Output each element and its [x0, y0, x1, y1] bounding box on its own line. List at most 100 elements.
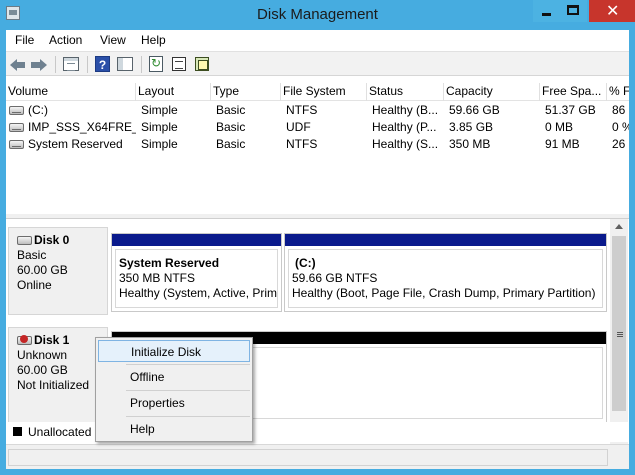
- maximize-button[interactable]: [560, 0, 587, 22]
- disk-name: Disk 0: [34, 233, 70, 247]
- volume-percent: 26: [612, 137, 626, 151]
- volume-fs: NTFS: [286, 103, 318, 117]
- partition-system-reserved[interactable]: System Reserved 350 MB NTFS Healthy (Sys…: [111, 233, 282, 312]
- disk-icon: [17, 236, 32, 245]
- volume-capacity: 59.66 GB: [449, 103, 500, 117]
- volume-list[interactable]: Volume Layout Type File System Status Ca…: [6, 77, 629, 215]
- scrollbar-thumb[interactable]: [612, 236, 626, 411]
- console-tree-icon[interactable]: [117, 56, 135, 73]
- disk-state: Not Initialized: [17, 378, 90, 392]
- volume-free: 91 MB: [545, 137, 580, 151]
- toolbar-separator: [87, 56, 88, 73]
- partition-size: 59.66 GB NTFS: [292, 271, 378, 285]
- disk-kind: Unknown: [17, 348, 68, 362]
- column-layout[interactable]: Layout: [136, 83, 211, 101]
- column-capacity[interactable]: Capacity: [444, 83, 540, 101]
- menu-action[interactable]: Action: [49, 33, 82, 47]
- disk-view-vscrollbar[interactable]: [610, 219, 628, 445]
- minimize-button[interactable]: [533, 0, 560, 22]
- volume-percent: 86: [612, 103, 626, 117]
- volume-status: Healthy (S...: [372, 137, 439, 151]
- scroll-up-icon[interactable]: [615, 224, 623, 229]
- volume-name: IMP_SSS_X64FRE_E...: [28, 120, 136, 134]
- menu-bar: File Action View Help: [6, 30, 629, 50]
- close-icon: ✕: [606, 1, 620, 20]
- menu-separator: [126, 390, 250, 391]
- partition-status: Healthy (System, Active, Prim: [119, 286, 278, 300]
- properties-icon[interactable]: [171, 56, 189, 73]
- menu-view[interactable]: View: [100, 33, 126, 47]
- disk-settings-icon[interactable]: [194, 56, 212, 73]
- status-bar: [6, 444, 629, 469]
- volume-list-header: Volume Layout Type File System Status Ca…: [6, 83, 629, 101]
- minimize-icon: [542, 13, 551, 16]
- volume-layout: Simple: [141, 137, 178, 151]
- disk-0-label[interactable]: Disk 0 Basic 60.00 GB Online: [8, 227, 108, 315]
- disk-state: Online: [17, 278, 52, 292]
- menu-item-offline[interactable]: Offline: [98, 366, 250, 388]
- context-menu: Initialize Disk Offline Properties Help: [95, 337, 253, 442]
- menu-item-initialize-disk[interactable]: Initialize Disk: [98, 340, 250, 362]
- volume-status: Healthy (P...: [372, 120, 437, 134]
- status-pane: [8, 449, 608, 466]
- help-icon[interactable]: ?: [94, 56, 112, 73]
- disk-size: 60.00 GB: [17, 263, 68, 277]
- volume-icon: [9, 123, 24, 132]
- column-type[interactable]: Type: [211, 83, 281, 101]
- volume-type: Basic: [216, 120, 246, 134]
- volume-fs: NTFS: [286, 137, 318, 151]
- menu-file[interactable]: File: [15, 33, 34, 47]
- forward-arrow-icon[interactable]: [30, 56, 48, 73]
- table-row[interactable]: System Reserved Simple Basic NTFS Health…: [6, 136, 629, 153]
- menu-separator: [126, 364, 250, 365]
- close-button[interactable]: ✕: [589, 0, 635, 22]
- toolbar-separator: [55, 56, 56, 73]
- disk-size: 60.00 GB: [17, 363, 68, 377]
- volume-free: 51.37 GB: [545, 103, 596, 117]
- column-percent-free[interactable]: % F: [607, 83, 629, 101]
- refresh-icon[interactable]: [148, 56, 166, 73]
- volume-capacity: 3.85 GB: [449, 120, 494, 134]
- volume-fs: UDF: [286, 120, 311, 134]
- partition-size: 350 MB NTFS: [119, 271, 196, 285]
- volume-type: Basic: [216, 137, 246, 151]
- volume-name: (C:): [28, 103, 48, 117]
- volume-free: 0 MB: [545, 120, 574, 134]
- disk-name: Disk 1: [34, 333, 70, 347]
- legend-unallocated: Unallocated: [28, 425, 92, 439]
- partition-status: Healthy (Boot, Page File, Crash Dump, Pr…: [292, 286, 596, 300]
- partition-body: (C:) 59.66 GB NTFS Healthy (Boot, Page F…: [288, 249, 603, 308]
- menu-separator: [126, 416, 250, 417]
- list-view-icon[interactable]: [63, 56, 81, 73]
- volume-type: Basic: [216, 103, 246, 117]
- menu-item-properties[interactable]: Properties: [98, 392, 250, 414]
- unallocated-swatch: [13, 427, 22, 436]
- volume-name: System Reserved: [28, 137, 123, 151]
- disk-error-icon: [17, 335, 32, 345]
- volume-percent: 0 %: [612, 120, 629, 134]
- partition-bar: [112, 234, 281, 246]
- partition-title: System Reserved: [119, 256, 220, 270]
- partition-c-drive[interactable]: (C:) 59.66 GB NTFS Healthy (Boot, Page F…: [284, 233, 607, 312]
- volume-capacity: 350 MB: [449, 137, 491, 151]
- table-row[interactable]: IMP_SSS_X64FRE_E... Simple Basic UDF Hea…: [6, 119, 629, 136]
- volume-layout: Simple: [141, 120, 178, 134]
- volume-status: Healthy (B...: [372, 103, 439, 117]
- table-row[interactable]: (C:) Simple Basic NTFS Healthy (B... 59.…: [6, 102, 629, 119]
- menu-item-help[interactable]: Help: [98, 418, 250, 440]
- disk-1-label[interactable]: Disk 1 Unknown 60.00 GB Not Initialized: [8, 327, 108, 427]
- column-volume[interactable]: Volume: [6, 83, 136, 101]
- title-bar[interactable]: Disk Management ✕: [0, 0, 635, 30]
- disk-kind: Basic: [17, 248, 47, 262]
- toolbar-separator: [141, 56, 142, 73]
- column-free-space[interactable]: Free Spa...: [540, 83, 607, 101]
- volume-icon: [9, 106, 24, 115]
- partition-title: (C:): [295, 256, 316, 270]
- partition-bar: [285, 234, 606, 246]
- toolbar: ?: [6, 51, 629, 76]
- app-window: Disk Management ✕ File Action View Help …: [0, 0, 635, 475]
- menu-help[interactable]: Help: [141, 33, 166, 47]
- back-arrow-icon[interactable]: [9, 56, 27, 73]
- column-status[interactable]: Status: [367, 83, 444, 101]
- column-file-system[interactable]: File System: [281, 83, 367, 101]
